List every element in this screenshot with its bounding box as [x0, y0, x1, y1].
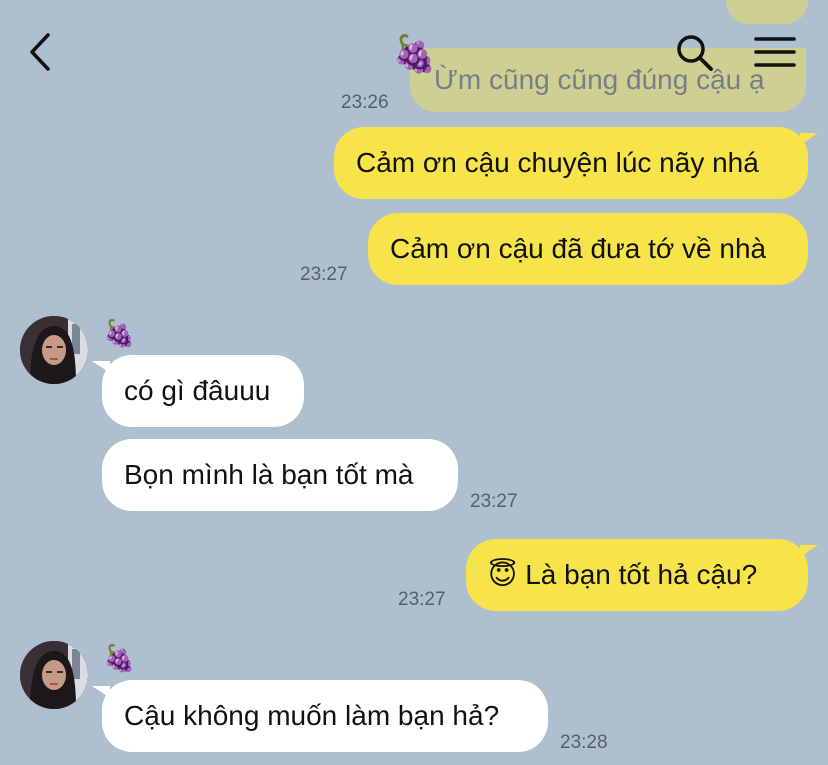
message-timestamp: 23:27 — [398, 589, 446, 610]
menu-button[interactable] — [750, 30, 800, 74]
chat-header: 🍇 — [0, 0, 828, 100]
sender-avatar[interactable] — [20, 316, 88, 384]
message-bubble-outgoing[interactable]: Cảm ơn cậu đã đưa tớ về nhà — [368, 213, 808, 285]
message-bubble-incoming[interactable]: có gì đâuuu — [92, 355, 304, 427]
emoji: 😇 — [488, 559, 518, 590]
message-text: Cảm ơn cậu đã đưa tớ về nhà — [390, 233, 767, 264]
sender-name: 🍇 — [103, 318, 136, 348]
chat-title: 🍇 — [392, 33, 437, 74]
message-timestamp: 23:28 — [560, 732, 608, 753]
message-timestamp: 23:27 — [300, 264, 348, 285]
chat-area[interactable]: Ừm cũng cũng đúng cậu ạ 23:26 Cảm ơn cậu… — [0, 0, 828, 765]
message-text: Là bạn tốt hả cậu? — [525, 559, 758, 590]
message-bubble-outgoing[interactable]: 😇 Là bạn tốt hả cậu? — [466, 539, 818, 611]
message-timestamp: 23:27 — [470, 491, 518, 512]
hamburger-menu-icon — [754, 37, 796, 67]
back-button[interactable] — [18, 28, 62, 76]
chevron-left-icon — [30, 33, 50, 71]
search-button[interactable] — [670, 30, 718, 74]
sender-name: 🍇 — [103, 643, 136, 673]
message-text: Cậu không muốn làm bạn hả? — [124, 700, 500, 731]
avatar-photo — [20, 641, 88, 709]
message-text: Cảm ơn cậu chuyện lúc nãy nhá — [356, 147, 759, 178]
message-text: có gì đâuuu — [124, 375, 271, 406]
message-bubble-incoming[interactable]: Cậu không muốn làm bạn hả? — [92, 680, 548, 752]
avatar-photo — [20, 316, 88, 384]
message-text: Bọn mình là bạn tốt mà — [124, 459, 414, 490]
message-bubble-incoming[interactable]: Bọn mình là bạn tốt mà — [102, 439, 458, 511]
sender-avatar[interactable] — [20, 641, 88, 709]
search-icon — [677, 35, 713, 71]
message-bubble-outgoing[interactable]: Cảm ơn cậu chuyện lúc nãy nhá — [334, 127, 818, 199]
